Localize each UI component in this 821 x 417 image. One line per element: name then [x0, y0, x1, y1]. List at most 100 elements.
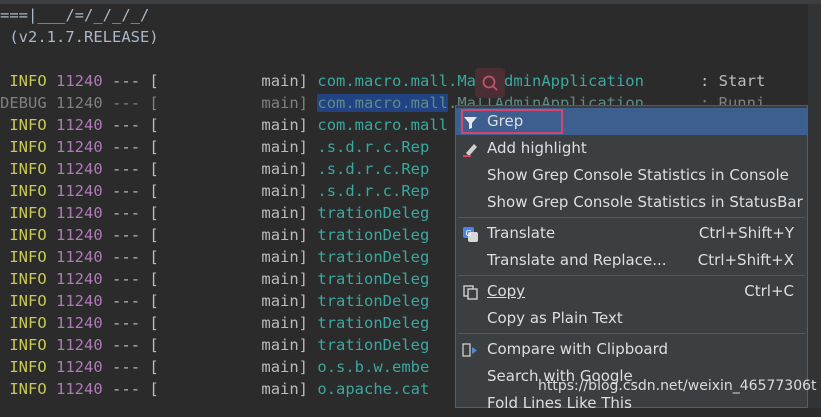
- menu-item-compare-clipboard[interactable]: Compare with Clipboard: [456, 336, 807, 363]
- log-separator: ---: [112, 292, 141, 310]
- log-line: INFO 11240 --- [ main] .s.d.r.c.Rep: [0, 180, 429, 202]
- search-hover-icon[interactable]: [475, 68, 505, 98]
- log-line: INFO 11240 --- [ main] o.apache.cat: [0, 378, 429, 400]
- log-logger: trationDeleg: [317, 248, 430, 266]
- text-selection[interactable]: com.macro.mall: [317, 94, 449, 112]
- log-level: INFO: [0, 292, 47, 310]
- log-separator: ---: [112, 116, 141, 134]
- log-separator: ---: [112, 72, 141, 90]
- menu-item-shortcut: Ctrl+Shift+X: [697, 251, 794, 269]
- menu-item-label: Fold Lines Like This: [487, 394, 632, 412]
- copy-icon: [462, 283, 479, 300]
- log-thread: [ main]: [149, 226, 309, 244]
- log-thread: [ main]: [149, 204, 309, 222]
- menu-item-stats-statusbar[interactable]: Show Grep Console Statistics in StatusBa…: [456, 189, 807, 216]
- log-logger: trationDeleg: [317, 314, 430, 332]
- log-pid: 11240: [56, 72, 103, 90]
- log-level: DEBUG: [0, 94, 47, 112]
- menu-item-label: Compare with Clipboard: [487, 340, 669, 358]
- log-thread: [ main]: [149, 182, 309, 200]
- menu-item-label: Translate: [487, 224, 556, 242]
- log-level: INFO: [0, 226, 47, 244]
- log-pid: 11240: [56, 116, 103, 134]
- log-message: : Start: [643, 72, 766, 90]
- log-separator: ---: [112, 270, 141, 288]
- log-pid: 11240: [56, 336, 103, 354]
- context-menu: Grep Add highlight Show Grep Console Sta…: [455, 105, 808, 412]
- menu-item-label: Translate and Replace...: [487, 251, 667, 269]
- log-thread: [ main]: [149, 314, 309, 332]
- log-level: INFO: [0, 116, 47, 134]
- log-pid: 11240: [56, 248, 103, 266]
- log-logger: trationDeleg: [317, 336, 430, 354]
- log-thread: [ main]: [149, 94, 309, 112]
- filter-icon: [462, 113, 479, 130]
- menu-item-shortcut: Ctrl+C: [744, 282, 794, 300]
- menu-item-translate[interactable]: G Translate Ctrl+Shift+Y: [456, 220, 807, 247]
- log-logger: trationDeleg: [317, 292, 430, 310]
- log-separator: ---: [112, 138, 141, 156]
- menu-item-label: Show Grep Console Statistics in Console: [487, 166, 789, 184]
- log-separator: ---: [112, 182, 141, 200]
- menu-item-add-highlight[interactable]: Add highlight: [456, 135, 807, 162]
- scrollbar-gutter[interactable]: [808, 4, 821, 408]
- menu-item-label: Show Grep Console Statistics in StatusBa…: [487, 193, 803, 211]
- menu-separator: [458, 275, 805, 276]
- spring-banner-line: ===|___/=/_/_/_/: [0, 6, 150, 24]
- menu-item-copy-plain[interactable]: Copy as Plain Text: [456, 305, 807, 332]
- log-level: INFO: [0, 314, 47, 332]
- log-logger: .s.d.r.c.Rep: [317, 138, 430, 156]
- translate-icon: G: [462, 225, 479, 242]
- log-level: INFO: [0, 204, 47, 222]
- log-line: INFO 11240 --- [ main] trationDeleg: [0, 334, 429, 356]
- menu-item-label: Copy as Plain Text: [487, 309, 623, 327]
- log-logger: .s.d.r.c.Rep: [317, 160, 430, 178]
- log-pid: 11240: [56, 182, 103, 200]
- spring-version-line: (v2.1.7.RELEASE): [0, 28, 159, 46]
- log-thread: [ main]: [149, 336, 309, 354]
- menu-item-copy[interactable]: Copy Ctrl+C: [456, 278, 807, 305]
- watermark-text: https://blog.csdn.net/weixin_46577306t: [538, 378, 817, 394]
- log-logger: com.macro.mall: [317, 116, 449, 134]
- log-pid: 11240: [56, 138, 103, 156]
- menu-item-label: Copy: [487, 282, 526, 300]
- log-level: INFO: [0, 160, 47, 178]
- menu-separator: [458, 333, 805, 334]
- log-line: INFO 11240 --- [ main] trationDeleg: [0, 268, 429, 290]
- log-line: INFO 11240 --- [ main] .s.d.r.c.Rep: [0, 158, 429, 180]
- log-pid: 11240: [56, 160, 103, 178]
- menu-item-stats-console[interactable]: Show Grep Console Statistics in Console: [456, 162, 807, 189]
- log-pid: 11240: [56, 380, 103, 398]
- log-separator: ---: [112, 160, 141, 178]
- log-line: INFO 11240 --- [ main] trationDeleg: [0, 290, 429, 312]
- log-separator: ---: [112, 380, 141, 398]
- log-line: INFO 11240 --- [ main] .s.d.r.c.Rep: [0, 136, 429, 158]
- log-level: INFO: [0, 358, 47, 376]
- menu-item-translate-replace[interactable]: Translate and Replace... Ctrl+Shift+X: [456, 247, 807, 274]
- log-pid: 11240: [56, 204, 103, 222]
- log-thread: [ main]: [149, 116, 309, 134]
- highlight-pen-icon: [462, 140, 479, 157]
- log-thread: [ main]: [149, 270, 309, 288]
- log-line: INFO 11240 --- [ main] o.s.b.w.embe: [0, 356, 429, 378]
- log-separator: ---: [112, 314, 141, 332]
- menu-item-grep[interactable]: Grep: [456, 108, 807, 135]
- log-separator: ---: [112, 358, 141, 376]
- log-line: INFO 11240 --- [ main] trationDeleg: [0, 224, 429, 246]
- menu-item-label: Add highlight: [487, 139, 587, 157]
- log-level: INFO: [0, 270, 47, 288]
- menu-item-shortcut: Ctrl+Shift+Y: [698, 224, 794, 242]
- log-separator: ---: [112, 248, 141, 266]
- log-logger: o.apache.cat: [317, 380, 430, 398]
- log-level: INFO: [0, 336, 47, 354]
- log-pid: 11240: [56, 292, 103, 310]
- menu-item-fold-lines[interactable]: Fold Lines Like This: [456, 390, 807, 417]
- menu-separator: [458, 217, 805, 218]
- log-thread: [ main]: [149, 248, 309, 266]
- log-logger: trationDeleg: [317, 204, 430, 222]
- log-thread: [ main]: [149, 72, 309, 90]
- log-logger: trationDeleg: [317, 226, 430, 244]
- log-line: INFO 11240 --- [ main] com.macro.mall.Ma…: [0, 70, 765, 92]
- log-level: INFO: [0, 72, 47, 90]
- svg-text:G: G: [466, 229, 472, 238]
